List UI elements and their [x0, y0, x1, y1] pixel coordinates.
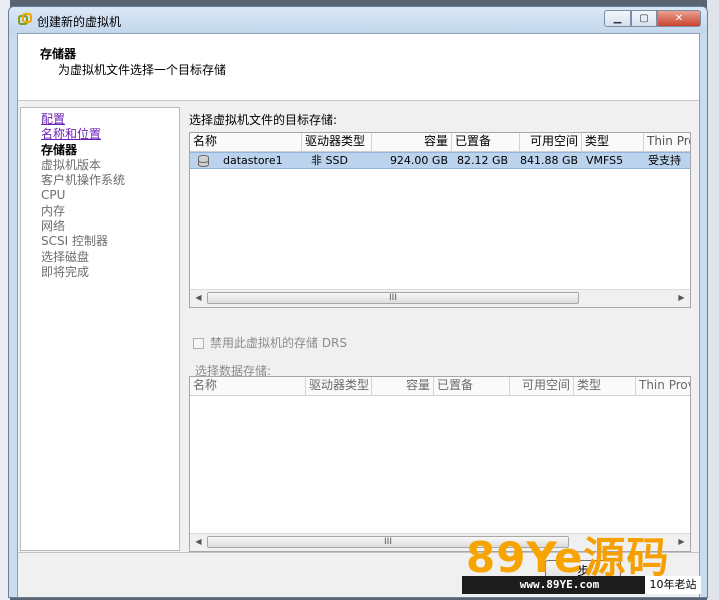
scroll-left-arrow-icon[interactable]: ◀ [190, 290, 207, 307]
column-header-provisioned[interactable]: 已置备 [452, 133, 520, 151]
wizard-window: 创建新的虚拟机 ▁ ▢ ✕ 存储器 为虚拟机文件选择一个目标存储 配置 名称和位置… [8, 6, 708, 598]
scrollbar-thumb[interactable]: III [207, 292, 579, 304]
title-bar[interactable]: 创建新的虚拟机 ▁ ▢ ✕ [9, 7, 707, 33]
column-header-name[interactable]: 名称 [190, 133, 302, 151]
disable-drs-label: 禁用此虚拟机的存储 DRS [210, 336, 348, 350]
step-title: 存储器 [40, 47, 77, 61]
cell-name: datastore1 [223, 154, 283, 167]
wizard-step-item: 内存 [41, 203, 66, 218]
column-header-drive-type: 驱动器类型 [306, 377, 372, 395]
cell-type: VMFS5 [586, 154, 624, 167]
watermark-url: www.89YE.com [462, 576, 657, 594]
step-header: 存储器 为虚拟机文件选择一个目标存储 [18, 34, 699, 101]
cell-provisioned: 82.12 GB [457, 154, 509, 167]
close-button[interactable]: ✕ [657, 10, 701, 27]
wizard-step-item: 客户机操作系统 [41, 173, 126, 188]
step-subtitle: 为虚拟机文件选择一个目标存储 [58, 63, 227, 77]
disable-drs-checkbox[interactable] [193, 338, 204, 349]
column-header-provisioned: 已置备 [434, 377, 510, 395]
column-header-free-space: 可用空间 [510, 377, 574, 395]
table-row[interactable]: datastore1 非 SSD 924.00 GB 82.12 GB 841.… [190, 152, 690, 169]
column-header-thin-provisioning[interactable]: Thin Prov [644, 133, 690, 151]
scroll-right-arrow-icon[interactable]: ▶ [673, 290, 690, 307]
wizard-step-item: 存储器 [41, 142, 78, 157]
wizard-step-item: 网络 [41, 219, 66, 234]
watermark-tag: 10年老站 [645, 576, 701, 594]
table-header: 名称 驱动器类型 容量 已置备 可用空间 类型 Thin Prov [190, 133, 690, 152]
column-header-drive-type[interactable]: 驱动器类型 [302, 133, 372, 151]
wizard-step-item[interactable]: 配置 [41, 112, 179, 127]
window-title: 创建新的虚拟机 [37, 15, 122, 29]
table-header: 名称 驱动器类型 容量 已置备 可用空间 类型 Thin Provi [190, 377, 690, 396]
vsphere-app-icon [18, 13, 32, 25]
wizard-step-item: 即将完成 [41, 264, 90, 279]
datastore-table[interactable]: 名称 驱动器类型 容量 已置备 可用空间 类型 Thin Prov datast… [189, 132, 691, 308]
wizard-step-item[interactable]: 名称和位置 [41, 127, 179, 142]
cell-thin-provisioning: 受支持 [648, 154, 681, 167]
select-storage-label: 选择虚拟机文件的目标存储: [189, 113, 338, 127]
column-header-name: 名称 [190, 377, 306, 395]
cell-drive-type: 非 SSD [311, 154, 348, 167]
wizard-step-item: CPU [41, 188, 66, 203]
wizard-client: 存储器 为虚拟机文件选择一个目标存储 配置 名称和位置 存储器 虚拟机版本 客户机操作系… [17, 33, 700, 597]
column-header-type[interactable]: 类型 [582, 133, 644, 151]
column-header-free-space[interactable]: 可用空间 [520, 133, 582, 151]
watermark: 89Ye源码 www.89YE.com 10年老站 [458, 524, 708, 600]
watermark-brand-cn: 源码 [583, 533, 670, 582]
wizard-step-item: 选择磁盘 [41, 249, 90, 264]
watermark-brand: 89Ye [466, 533, 584, 582]
column-header-thin-provisioning: Thin Provi [636, 377, 690, 395]
cell-free-space: 841.88 GB [520, 154, 579, 167]
wizard-step-item: 虚拟机版本 [41, 157, 102, 172]
column-header-capacity: 容量 [372, 377, 434, 395]
background-right [707, 0, 719, 600]
wizard-step-list: 配置 名称和位置 存储器 虚拟机版本 客户机操作系统 CPU 内存 网络 SCSI 控制器 选择磁… [20, 107, 180, 551]
maximize-button[interactable]: ▢ [631, 10, 657, 27]
datastore-icon [198, 155, 209, 167]
disable-drs-option: 禁用此虚拟机的存储 DRS [193, 334, 347, 351]
minimize-button[interactable]: ▁ [604, 10, 631, 27]
horizontal-scrollbar[interactable]: ◀ III ▶ [190, 289, 690, 307]
wizard-step-item: SCSI 控制器 [41, 234, 108, 249]
scroll-left-arrow-icon: ◀ [195, 537, 202, 546]
column-header-type: 类型 [574, 377, 636, 395]
column-header-capacity[interactable]: 容量 [372, 133, 452, 151]
cell-capacity: 924.00 GB [389, 154, 448, 167]
